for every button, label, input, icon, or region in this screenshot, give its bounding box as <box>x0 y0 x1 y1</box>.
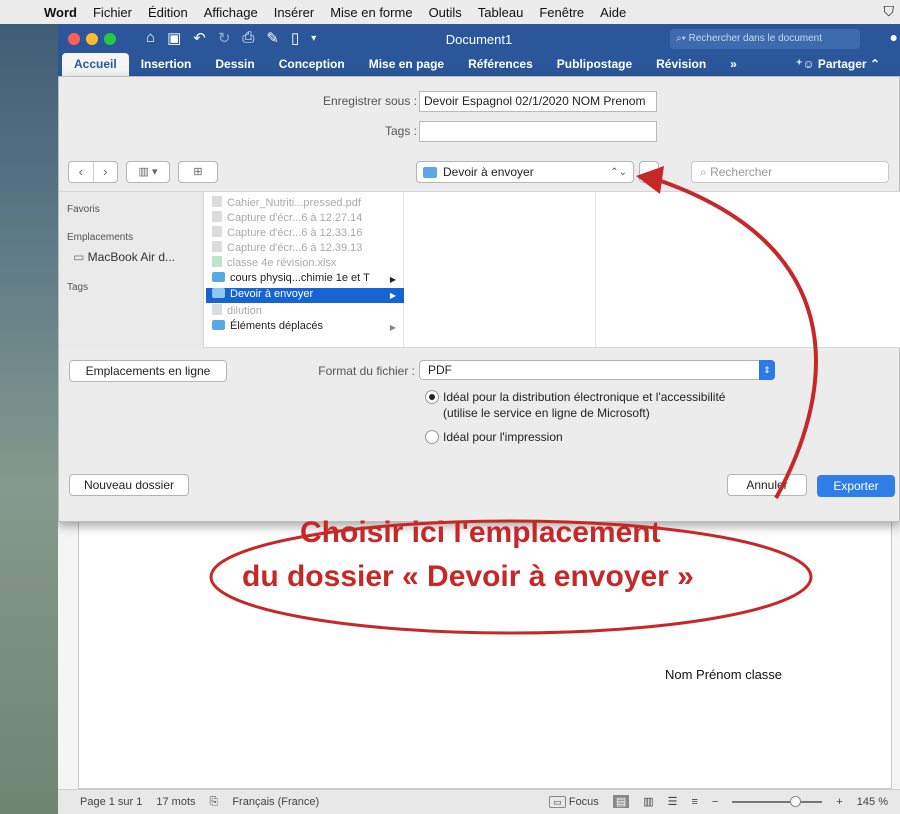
annotation-text-line2: du dossier « Devoir à envoyer » <box>242 560 694 593</box>
annotation-overlay <box>209 166 818 635</box>
annotation-arrowhead <box>636 166 664 194</box>
annotation-text-line1: Choisir ici l'emplacement <box>300 516 661 549</box>
annotation-arrow-line <box>657 178 818 499</box>
